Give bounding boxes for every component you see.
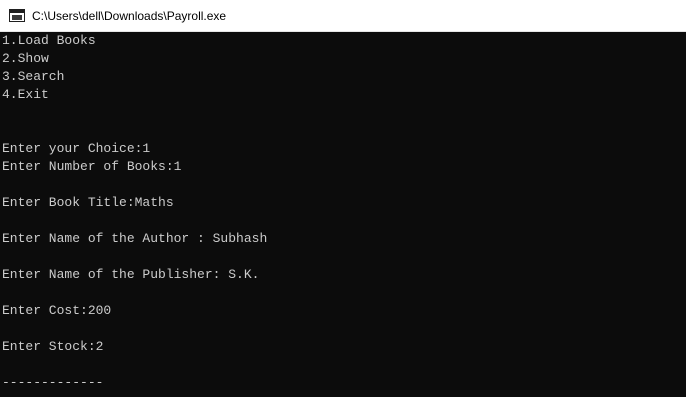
console-line: -------------	[2, 375, 104, 390]
console-line: 1.Load Books	[2, 33, 96, 48]
window-title: C:\Users\dell\Downloads\Payroll.exe	[32, 8, 227, 23]
console-line: Enter Name of the Author : Subhash	[2, 231, 268, 246]
app-icon-screen	[12, 15, 22, 20]
console-output[interactable]: 1.Load Books 2.Show 3.Search 4.Exit Ente…	[0, 32, 686, 397]
console-window: C:\Users\dell\Downloads\Payroll.exe 1.Lo…	[0, 0, 686, 397]
app-icon-bar	[10, 10, 24, 13]
console-line: Enter Number of Books:1	[2, 159, 182, 174]
console-line: Enter Name of the Publisher: S.K.	[2, 267, 260, 282]
title-bar[interactable]: C:\Users\dell\Downloads\Payroll.exe	[0, 0, 686, 32]
console-line: 3.Search	[2, 69, 65, 84]
console-app-icon[interactable]	[9, 9, 25, 22]
console-line: 2.Show	[2, 51, 49, 66]
console-line: Enter Stock:2	[2, 339, 104, 354]
console-line: Enter Cost:200	[2, 303, 112, 318]
console-line: Enter Book Title:Maths	[2, 195, 174, 210]
console-line: 4.Exit	[2, 87, 49, 102]
console-line: Enter your Choice:1	[2, 141, 151, 156]
